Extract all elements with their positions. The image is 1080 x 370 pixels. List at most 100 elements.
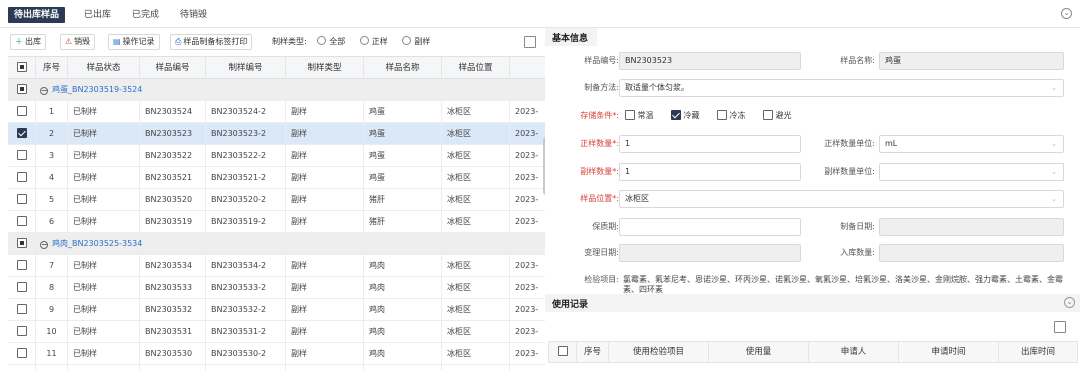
row-checkbox[interactable] [16,216,27,226]
row-checkbox-cell[interactable] [8,123,36,145]
usage-select-all[interactable] [549,342,577,362]
cell-sample-no: BN2303520 [140,189,206,211]
cell-location: 冰柜区 [442,299,510,321]
row-checkbox-cell[interactable] [8,299,36,321]
storage-options: 常温 冷藏 冷冻 避光 [625,107,825,125]
tab-checked-out[interactable]: 已出库 [84,7,111,23]
row-checkbox[interactable] [16,326,27,336]
cell-prep-no: BN2303530-2 [206,343,286,365]
row-checkbox-cell[interactable] [8,255,36,277]
print-label-button[interactable]: ⎙ 样品制备标签打印 [170,34,253,50]
col-type: 制样类型 [286,57,364,79]
group-label[interactable]: − 鸡蛋_BN2303519-3524 [40,79,142,101]
row-checkbox-cell[interactable] [8,167,36,189]
group-row[interactable]: − 鸡肉_BN2303525-3534 [8,233,545,255]
cell-status: 已制样 [68,343,140,365]
table-row[interactable]: 4 已制样 BN2303521 BN2303521-2 副样 鸡蛋 冰柜区 2023- [8,167,545,189]
cell-type: 副样 [286,365,364,370]
cell-prep-no: BN2303529-2 [206,365,286,370]
row-checkbox[interactable] [16,172,27,182]
row-checkbox-cell[interactable] [8,211,36,233]
row-checkbox[interactable] [16,150,27,160]
group-checkbox-cell[interactable] [8,79,36,101]
location-select[interactable]: 冰柜区 ⌄ [619,190,1064,208]
main-qty-input[interactable]: 1 [619,135,801,153]
table-row[interactable]: 11 已制样 BN2303530 BN2303530-2 副样 鸡肉 冰柜区 2023- [8,343,545,365]
cell-sample-no: BN2303523 [140,123,206,145]
group-row[interactable]: − 鸡蛋_BN2303519-3524 [8,79,545,101]
row-checkbox-cell[interactable] [8,189,36,211]
cell-name: 鸡蛋 [364,145,442,167]
group-label-text: 鸡肉_BN2303525-3534 [52,239,143,248]
radio-sub[interactable]: 副样 [402,36,430,46]
cell-location: 冰柜区 [442,145,510,167]
chevron-down-icon[interactable]: ⌄ [1064,297,1075,308]
group-checkbox[interactable] [16,84,27,94]
storage-dark[interactable]: 避光 [763,107,792,125]
row-checkbox[interactable] [16,106,27,116]
table-row[interactable]: 2 已制样 BN2303523 BN2303523-2 副样 鸡蛋 冰柜区 2023- [8,123,545,145]
export-usage-icon[interactable] [1054,321,1066,333]
row-checkbox[interactable] [16,348,27,358]
row-checkbox[interactable] [16,128,27,138]
table-row[interactable]: 5 已制样 BN2303520 BN2303520-2 副样 猪肝 冰柜区 2023- [8,189,545,211]
radio-all[interactable]: 全部 [317,36,345,46]
collapse-icon[interactable]: − [40,87,48,95]
main-unit-select[interactable]: mL ⌄ [879,135,1064,153]
storage-frozen[interactable]: 冷冻 [717,107,746,125]
storage-refrigerated[interactable]: 冷藏 [671,107,700,125]
tab-to-destroy[interactable]: 待销毁 [180,7,207,23]
destroy-button[interactable]: ⚠ 销毁 [60,34,96,50]
inspect-items: 氯霉素、氟苯尼考、恩诺沙星、环丙沙星、诺氟沙星、氧氟沙星、培氟沙星、洛美沙星、金… [623,275,1063,294]
chevron-down-icon: ⌄ [1051,140,1057,148]
row-checkbox-cell[interactable] [8,145,36,167]
shelf-life-input[interactable] [619,218,801,236]
table-row[interactable]: 12已制样BN2303529BN2303529-2副样鸡蛋冰柜区2023- [8,365,545,370]
table-row[interactable]: 6 已制样 BN2303519 BN2303519-2 副样 猪肝 冰柜区 2023- [8,211,545,233]
chevron-down-icon[interactable]: ⌄ [1061,8,1072,19]
usage-col-out-time: 出库时间 [1020,347,1055,357]
log-button[interactable]: ▤ 操作记录 [108,34,160,50]
cell-name: 鸡蛋 [364,123,442,145]
row-checkbox-cell[interactable] [8,277,36,299]
prep-method-select[interactable]: 取适量个体匀浆。 ⌄ [619,79,1064,97]
table-row[interactable]: 10 已制样 BN2303531 BN2303531-2 副样 鸡肉 冰柜区 2023- [8,321,545,343]
row-checkbox[interactable] [16,194,27,204]
checkout-button[interactable]: ＋出库 [10,34,46,50]
usage-table-header: 序号 使用检验项目 使用量 申请人 申请时间 出库时间 [548,341,1078,363]
destroy-label: 销毁 [74,37,91,46]
table-row[interactable]: 1 已制样 BN2303524 BN2303524-2 副样 鸡蛋 冰柜区 2023- [8,101,545,123]
table-row[interactable]: 7 已制样 BN2303534 BN2303534-2 副样 鸡肉 冰柜区 2023- [8,255,545,277]
group-checkbox-cell[interactable] [8,233,36,255]
row-checkbox-cell[interactable] [8,365,36,370]
select-all-cell[interactable] [8,57,36,79]
table-row[interactable]: 9 已制样 BN2303532 BN2303532-2 副样 鸡肉 冰柜区 2023- [8,299,545,321]
row-checkbox[interactable] [16,304,27,314]
select-all-checkbox[interactable] [16,62,27,72]
usage-col-amount: 使用量 [709,342,809,362]
sub-unit-select[interactable]: ⌄ [879,163,1064,181]
cell-seq: 12 [36,365,68,370]
cell-type: 副样 [286,277,364,299]
tab-completed[interactable]: 已完成 [132,7,159,23]
cell-type: 副样 [286,211,364,233]
group-checkbox[interactable] [16,238,27,248]
row-checkbox[interactable] [16,282,27,292]
row-checkbox-cell[interactable] [8,343,36,365]
cell-date: 2023- [510,299,545,321]
table-row[interactable]: 3 已制样 BN2303522 BN2303522-2 副样 鸡蛋 冰柜区 2023- [8,145,545,167]
cell-type: 副样 [286,189,364,211]
tab-pending[interactable]: 待出库样品 [8,7,66,23]
storage-normal[interactable]: 常温 [625,107,654,125]
group-label[interactable]: − 鸡肉_BN2303525-3534 [40,233,142,255]
row-checkbox-cell[interactable] [8,101,36,123]
table-row[interactable]: 8 已制样 BN2303533 BN2303533-2 副样 鸡肉 冰柜区 2023- [8,277,545,299]
cell-type: 副样 [286,145,364,167]
row-checkbox-cell[interactable] [8,321,36,343]
cell-location: 冰柜区 [442,255,510,277]
export-icon[interactable] [524,36,536,48]
row-checkbox[interactable] [16,260,27,270]
radio-main[interactable]: 正样 [359,36,388,46]
sub-qty-input[interactable]: 1 [619,163,801,181]
collapse-icon[interactable]: − [40,241,48,249]
